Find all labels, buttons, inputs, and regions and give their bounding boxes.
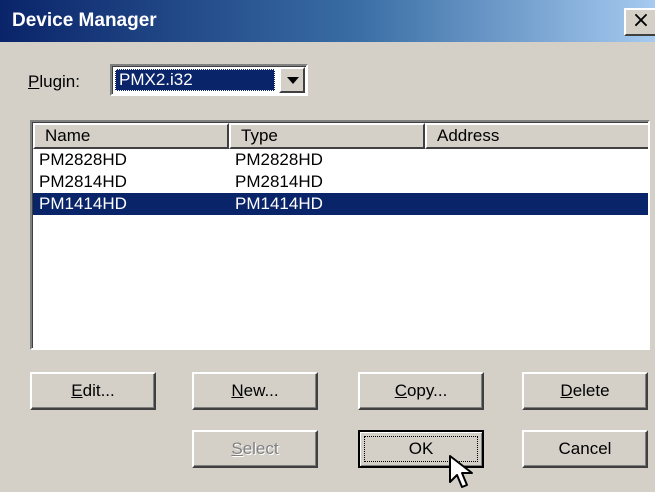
cell-name: PM2814HD	[39, 172, 127, 191]
cell-name: PM2828HD	[39, 150, 127, 169]
plugin-selected-value[interactable]: PMX2.i32	[115, 69, 275, 91]
cell-type: PM2814HD	[235, 172, 323, 191]
plugin-dropdown[interactable]: PMX2.i32	[110, 64, 308, 96]
device-list[interactable]: Name Type Address PM2828HD PM2828HD PM28…	[30, 120, 650, 350]
chevron-down-icon[interactable]	[279, 67, 305, 93]
device-manager-dialog: Device Manager × Plugin: PMX2.i32 Name T…	[0, 0, 655, 492]
mouse-pointer-icon	[449, 455, 473, 488]
title-bar[interactable]: Device Manager ×	[0, 0, 655, 42]
column-header-type[interactable]: Type	[229, 123, 425, 149]
new-button[interactable]: New...	[192, 372, 318, 410]
copy-button[interactable]: Copy...	[358, 372, 484, 410]
cell-address	[425, 149, 648, 171]
cancel-button[interactable]: Cancel	[522, 430, 648, 468]
edit-button[interactable]: Edit...	[30, 372, 156, 410]
delete-button[interactable]: Delete	[522, 372, 648, 410]
list-header: Name Type Address	[33, 123, 648, 149]
list-row[interactable]: PM2814HD PM2814HD	[33, 171, 648, 193]
plugin-label: Plugin:	[28, 72, 80, 91]
cell-type: PM1414HD	[235, 194, 323, 213]
cell-type: PM2828HD	[235, 150, 323, 169]
list-row-selected[interactable]: PM1414HD PM1414HD	[33, 193, 648, 215]
list-row[interactable]: PM2828HD PM2828HD	[33, 149, 648, 171]
window-title: Device Manager	[12, 10, 157, 31]
select-button[interactable]: Select	[192, 430, 318, 468]
close-button[interactable]: ×	[624, 8, 655, 36]
column-header-name[interactable]: Name	[33, 123, 229, 149]
cell-name: PM1414HD	[39, 194, 127, 213]
cell-address	[425, 193, 648, 215]
column-header-address[interactable]: Address	[425, 123, 648, 149]
cell-address	[425, 171, 648, 193]
